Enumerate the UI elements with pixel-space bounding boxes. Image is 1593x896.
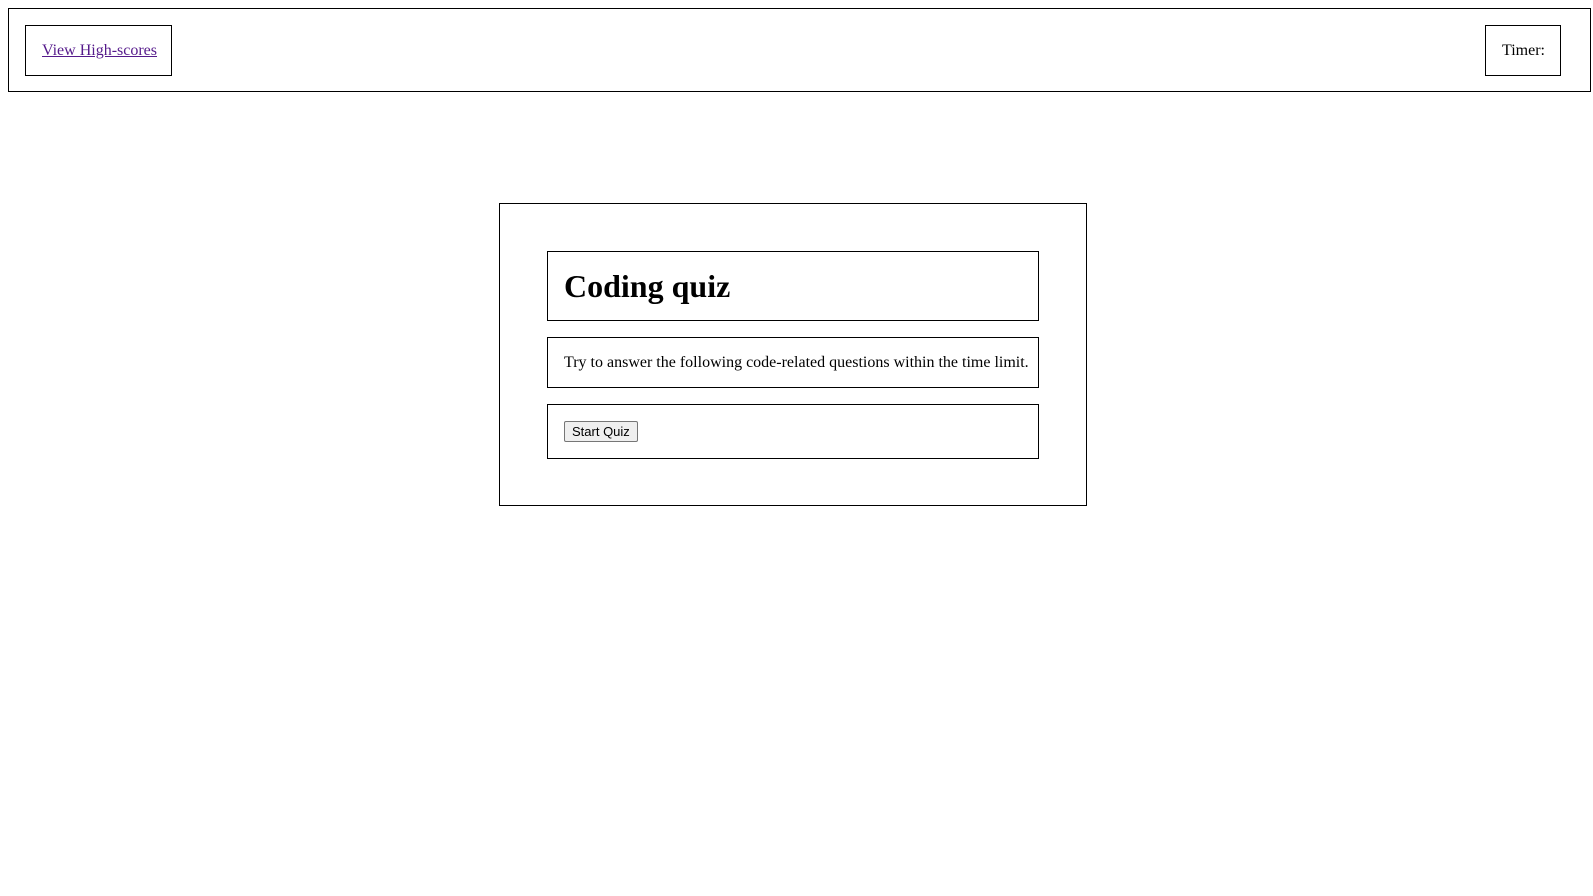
start-button-container: Start Quiz xyxy=(547,404,1039,459)
page-title: Coding quiz xyxy=(564,267,731,304)
view-highscores-link[interactable]: View High-scores xyxy=(42,42,157,60)
page-header: View High-scores Timer: xyxy=(8,8,1591,92)
quiz-intro-card: Coding quiz Try to answer the following … xyxy=(499,203,1087,506)
start-quiz-button[interactable]: Start Quiz xyxy=(564,421,638,442)
quiz-description: Try to answer the following code-related… xyxy=(564,353,1029,371)
timer-display: Timer: xyxy=(1485,25,1561,76)
highscores-container: View High-scores xyxy=(25,25,172,76)
timer-label: Timer: xyxy=(1502,41,1545,59)
title-container: Coding quiz xyxy=(547,251,1039,321)
description-container: Try to answer the following code-related… xyxy=(547,337,1039,388)
